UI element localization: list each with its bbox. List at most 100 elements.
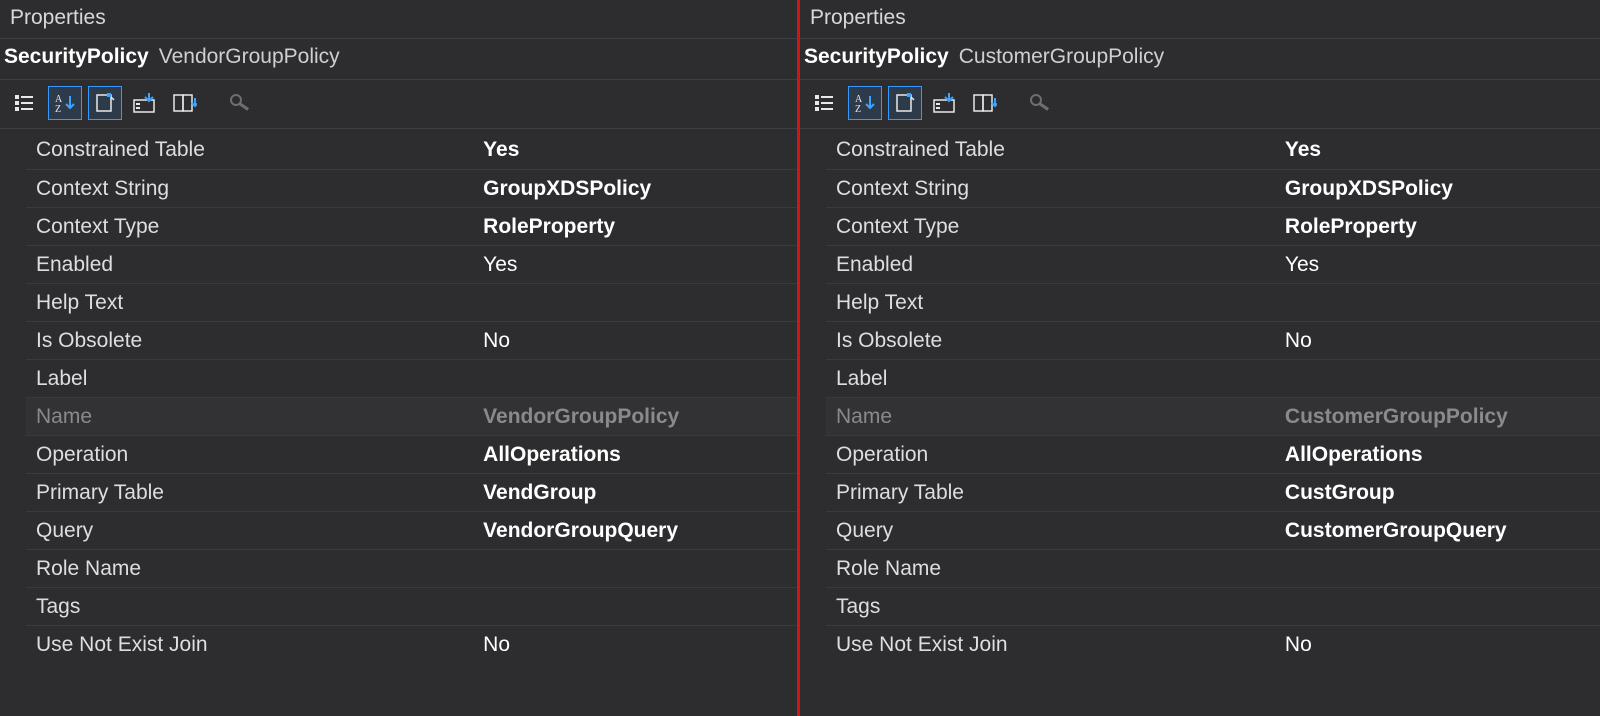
property-label: Role Name xyxy=(26,549,473,587)
property-value[interactable] xyxy=(473,359,797,397)
property-row[interactable]: Label xyxy=(26,359,797,397)
property-label: Name xyxy=(826,397,1275,435)
property-label: Is Obsolete xyxy=(826,321,1275,359)
object-bar: SecurityPolicy CustomerGroupPolicy xyxy=(800,39,1600,80)
property-value[interactable] xyxy=(473,549,797,587)
property-row[interactable]: Primary TableCustGroup xyxy=(826,473,1600,511)
property-row[interactable]: Is ObsoleteNo xyxy=(826,321,1600,359)
property-value[interactable]: CustGroup xyxy=(1275,473,1600,511)
property-value[interactable]: AllOperations xyxy=(473,435,797,473)
toolbar: A Z xyxy=(800,80,1600,129)
property-label: Constrained Table xyxy=(826,131,1275,169)
property-value[interactable]: VendGroup xyxy=(473,473,797,511)
object-type: SecurityPolicy xyxy=(804,45,949,69)
property-value[interactable]: CustomerGroupQuery xyxy=(1275,511,1600,549)
property-value[interactable] xyxy=(1275,587,1600,625)
property-row[interactable]: QueryVendorGroupQuery xyxy=(26,511,797,549)
columns-button[interactable] xyxy=(968,86,1002,120)
property-label: Tags xyxy=(26,587,473,625)
property-value[interactable]: VendorGroupQuery xyxy=(473,511,797,549)
property-value[interactable]: Yes xyxy=(473,245,797,283)
property-value[interactable] xyxy=(1275,549,1600,587)
properties-panel-right: Properties SecurityPolicy CustomerGroupP… xyxy=(800,0,1600,716)
property-row[interactable]: Tags xyxy=(826,587,1600,625)
key-icon[interactable] xyxy=(224,86,258,120)
property-value[interactable]: AllOperations xyxy=(1275,435,1600,473)
categorized-button[interactable] xyxy=(8,86,42,120)
property-row[interactable]: Context StringGroupXDSPolicy xyxy=(26,169,797,207)
property-label: Label xyxy=(826,359,1275,397)
property-grid-right: Constrained TableYesContext StringGroupX… xyxy=(800,129,1600,663)
property-row[interactable]: Tags xyxy=(26,587,797,625)
property-value[interactable]: CustomerGroupPolicy xyxy=(1275,397,1600,435)
property-row[interactable]: Context TypeRoleProperty xyxy=(26,207,797,245)
key-icon[interactable] xyxy=(1024,86,1058,120)
property-value[interactable] xyxy=(1275,359,1600,397)
property-label: Operation xyxy=(826,435,1275,473)
alphabetical-button[interactable]: A Z xyxy=(848,86,882,120)
property-value[interactable] xyxy=(473,283,797,321)
property-row[interactable]: Help Text xyxy=(826,283,1600,321)
property-row[interactable]: NameVendorGroupPolicy xyxy=(26,397,797,435)
property-label: Help Text xyxy=(26,283,473,321)
property-row[interactable]: EnabledYes xyxy=(26,245,797,283)
property-value[interactable]: Yes xyxy=(1275,131,1600,169)
panel-title: Properties xyxy=(0,0,797,39)
property-row[interactable]: NameCustomerGroupPolicy xyxy=(826,397,1600,435)
property-value[interactable] xyxy=(1275,283,1600,321)
property-value[interactable]: RoleProperty xyxy=(1275,207,1600,245)
property-row[interactable]: EnabledYes xyxy=(826,245,1600,283)
property-value[interactable]: GroupXDSPolicy xyxy=(1275,169,1600,207)
property-row[interactable]: Primary TableVendGroup xyxy=(26,473,797,511)
property-row[interactable]: Role Name xyxy=(26,549,797,587)
property-label: Name xyxy=(26,397,473,435)
property-value[interactable]: VendorGroupPolicy xyxy=(473,397,797,435)
svg-text:Z: Z xyxy=(855,104,861,114)
property-pages-button[interactable] xyxy=(888,86,922,120)
categorized-button[interactable] xyxy=(808,86,842,120)
show-changed-button[interactable] xyxy=(128,86,162,120)
property-row[interactable]: QueryCustomerGroupQuery xyxy=(826,511,1600,549)
property-value[interactable]: No xyxy=(1275,625,1600,663)
property-value[interactable]: Yes xyxy=(473,131,797,169)
property-label: Help Text xyxy=(826,283,1275,321)
object-type: SecurityPolicy xyxy=(4,45,149,69)
property-value[interactable]: No xyxy=(1275,321,1600,359)
property-value[interactable] xyxy=(473,587,797,625)
property-row[interactable]: Role Name xyxy=(826,549,1600,587)
alphabetical-button[interactable]: A Z xyxy=(48,86,82,120)
property-row[interactable]: Context TypeRoleProperty xyxy=(826,207,1600,245)
property-label: Constrained Table xyxy=(26,131,473,169)
property-row[interactable]: Help Text xyxy=(26,283,797,321)
property-row[interactable]: OperationAllOperations xyxy=(26,435,797,473)
property-label: Context String xyxy=(26,169,473,207)
property-row[interactable]: Context StringGroupXDSPolicy xyxy=(826,169,1600,207)
property-label: Query xyxy=(826,511,1275,549)
property-row[interactable]: Use Not Exist JoinNo xyxy=(26,625,797,663)
property-pages-button[interactable] xyxy=(88,86,122,120)
property-label: Use Not Exist Join xyxy=(826,625,1275,663)
property-value[interactable]: No xyxy=(473,625,797,663)
property-label: Role Name xyxy=(826,549,1275,587)
show-changed-button[interactable] xyxy=(928,86,962,120)
property-value[interactable]: RoleProperty xyxy=(473,207,797,245)
property-label: Context Type xyxy=(826,207,1275,245)
property-value[interactable]: GroupXDSPolicy xyxy=(473,169,797,207)
property-row[interactable]: Constrained TableYes xyxy=(826,131,1600,169)
property-label: Primary Table xyxy=(26,473,473,511)
property-value[interactable]: No xyxy=(473,321,797,359)
columns-button[interactable] xyxy=(168,86,202,120)
property-row[interactable]: OperationAllOperations xyxy=(826,435,1600,473)
property-row[interactable]: Label xyxy=(826,359,1600,397)
svg-text:Z: Z xyxy=(55,104,61,114)
property-label: Primary Table xyxy=(826,473,1275,511)
property-label: Label xyxy=(26,359,473,397)
property-value[interactable]: Yes xyxy=(1275,245,1600,283)
property-label: Is Obsolete xyxy=(26,321,473,359)
properties-panel-left: Properties SecurityPolicy VendorGroupPol… xyxy=(0,0,800,716)
property-row[interactable]: Is ObsoleteNo xyxy=(26,321,797,359)
property-row[interactable]: Constrained TableYes xyxy=(26,131,797,169)
property-grid-left: Constrained TableYesContext StringGroupX… xyxy=(0,129,797,663)
property-label: Context String xyxy=(826,169,1275,207)
property-row[interactable]: Use Not Exist JoinNo xyxy=(826,625,1600,663)
